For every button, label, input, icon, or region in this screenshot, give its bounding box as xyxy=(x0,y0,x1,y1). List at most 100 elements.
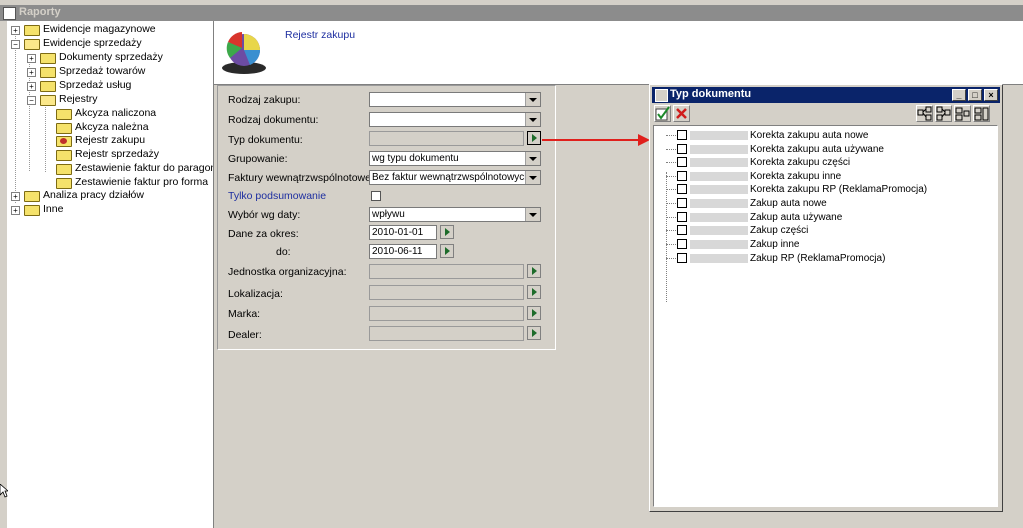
collapse-icon[interactable]: − xyxy=(11,40,20,49)
dropdown-arrow-icon[interactable] xyxy=(525,208,540,221)
report-tree[interactable]: + Ewidencje magazynowe − Ewidencje sprze… xyxy=(7,21,214,528)
folder-icon xyxy=(56,123,72,134)
grupowanie-select[interactable]: wg typu dokumentu xyxy=(369,151,541,166)
tree-select-icon xyxy=(955,107,970,121)
marka-label: Marka: xyxy=(228,308,261,320)
minimize-button[interactable]: _ xyxy=(952,89,966,101)
list-item[interactable]: Zakup części xyxy=(654,224,994,237)
folder-icon xyxy=(24,205,40,216)
tylko-podsumowanie-checkbox[interactable] xyxy=(371,191,381,201)
expand-icon[interactable]: + xyxy=(11,192,20,201)
collapse-icon[interactable]: − xyxy=(27,96,36,105)
maximize-button[interactable]: □ xyxy=(968,89,982,101)
rodzaj-dokumentu-select[interactable] xyxy=(369,112,541,127)
date-from-picker-button[interactable] xyxy=(440,225,454,239)
list-item[interactable]: Korekta zakupu auta nowe xyxy=(654,129,994,142)
redacted-code xyxy=(690,185,748,194)
date-to-label: do: xyxy=(276,246,291,258)
dane-za-okres-label: Dane za okres: xyxy=(228,228,299,240)
pie-chart-logo-icon xyxy=(222,32,266,74)
date-to-picker-button[interactable] xyxy=(440,244,454,258)
lokalizacja-picker-button[interactable] xyxy=(527,285,541,299)
typ-dokumentu-label: Typ dokumentu: xyxy=(228,134,303,146)
list-item[interactable]: Zakup auta używane xyxy=(654,211,994,224)
jednostka-label: Jednostka organizacyjna: xyxy=(228,266,347,278)
dropdown-arrow-icon[interactable] xyxy=(525,113,540,126)
window-title-bar[interactable]: Raporty xyxy=(0,5,1023,21)
rodzaj-zakupu-select[interactable] xyxy=(369,92,541,107)
list-item[interactable]: Korekta zakupu części xyxy=(654,156,994,169)
expand-icon[interactable]: + xyxy=(27,54,36,63)
item-checkbox[interactable] xyxy=(677,212,687,222)
item-checkbox[interactable] xyxy=(677,144,687,154)
lokalizacja-field[interactable] xyxy=(369,285,524,300)
list-item[interactable]: Zakup auta nowe xyxy=(654,197,994,210)
item-checkbox[interactable] xyxy=(677,198,687,208)
item-checkbox[interactable] xyxy=(677,253,687,263)
redacted-code xyxy=(690,226,748,235)
expand-icon[interactable]: + xyxy=(11,26,20,35)
rodzaj-zakupu-label: Rodzaj zakupu: xyxy=(228,94,301,106)
expand-all-button[interactable] xyxy=(916,105,933,122)
typ-dokumentu-picker-button[interactable] xyxy=(527,131,541,145)
document-type-list[interactable]: Korekta zakupu auta nowe Korekta zakupu … xyxy=(653,125,998,507)
expand-icon[interactable]: + xyxy=(27,68,36,77)
invert-selection-button[interactable] xyxy=(973,105,990,122)
dealer-field[interactable] xyxy=(369,326,524,341)
list-item[interactable]: Korekta zakupu RP (ReklamaPromocja) xyxy=(654,183,994,196)
check-icon xyxy=(655,106,670,121)
item-checkbox[interactable] xyxy=(677,184,687,194)
typ-dokumentu-dialog[interactable]: Typ dokumentu _ □ × Korekta zakupu auta … xyxy=(649,84,1003,512)
list-item[interactable]: Korekta zakupu auta używane xyxy=(654,143,994,156)
rodzaj-dokumentu-label: Rodzaj dokumentu: xyxy=(228,114,319,126)
app-icon xyxy=(3,7,16,20)
item-checkbox[interactable] xyxy=(677,157,687,167)
tylko-podsumowanie-label: Tylko podsumowanie xyxy=(228,190,327,202)
date-to-input[interactable]: 2010-06-11 xyxy=(369,244,437,259)
expand-icon[interactable]: + xyxy=(11,206,20,215)
marka-field[interactable] xyxy=(369,306,524,321)
faktury-select[interactable]: Bez faktur wewnątrzwspólnotowych xyxy=(369,170,541,185)
folder-icon xyxy=(56,150,72,161)
select-all-button[interactable] xyxy=(954,105,971,122)
report-title: Rejestr zakupu xyxy=(285,29,356,41)
open-folder-icon xyxy=(24,39,40,50)
list-item[interactable]: Zakup RP (ReklamaPromocja) xyxy=(654,252,994,265)
dropdown-arrow-icon[interactable] xyxy=(525,93,540,106)
expand-icon[interactable]: + xyxy=(27,82,36,91)
cancel-button[interactable] xyxy=(673,105,690,122)
dialog-icon xyxy=(655,89,668,102)
open-folder-icon xyxy=(40,95,56,106)
jednostka-field[interactable] xyxy=(369,264,524,279)
wybor-daty-select[interactable]: wpływu xyxy=(369,207,541,222)
grupowanie-label: Grupowanie: xyxy=(228,153,288,165)
item-checkbox[interactable] xyxy=(677,225,687,235)
folder-icon xyxy=(40,67,56,78)
red-arrow-annotation-icon xyxy=(542,134,650,146)
dialog-title-bar[interactable]: Typ dokumentu _ □ × xyxy=(652,87,1000,103)
dealer-picker-button[interactable] xyxy=(527,326,541,340)
jednostka-picker-button[interactable] xyxy=(527,264,541,278)
marka-picker-button[interactable] xyxy=(527,306,541,320)
date-from-input[interactable]: 2010-01-01 xyxy=(369,225,437,240)
tree-collapse-icon xyxy=(936,106,951,121)
typ-dokumentu-field[interactable] xyxy=(369,131,524,146)
collapse-all-button[interactable] xyxy=(935,105,952,122)
item-checkbox[interactable] xyxy=(677,171,687,181)
list-item[interactable]: Korekta zakupu inne xyxy=(654,170,994,183)
folder-icon xyxy=(40,53,56,64)
dropdown-arrow-icon[interactable] xyxy=(525,171,540,184)
item-checkbox[interactable] xyxy=(677,130,687,140)
list-item[interactable]: Zakup inne xyxy=(654,238,994,251)
window-title: Raporty xyxy=(19,6,61,18)
folder-icon xyxy=(56,109,72,120)
close-button[interactable]: × xyxy=(984,89,998,101)
folder-icon xyxy=(24,25,40,36)
confirm-button[interactable] xyxy=(654,105,671,122)
item-checkbox[interactable] xyxy=(677,239,687,249)
cross-icon xyxy=(676,108,687,119)
dropdown-arrow-icon[interactable] xyxy=(525,152,540,165)
folder-icon xyxy=(56,164,72,175)
tree-expand-icon xyxy=(917,106,932,121)
redacted-code xyxy=(690,145,748,154)
